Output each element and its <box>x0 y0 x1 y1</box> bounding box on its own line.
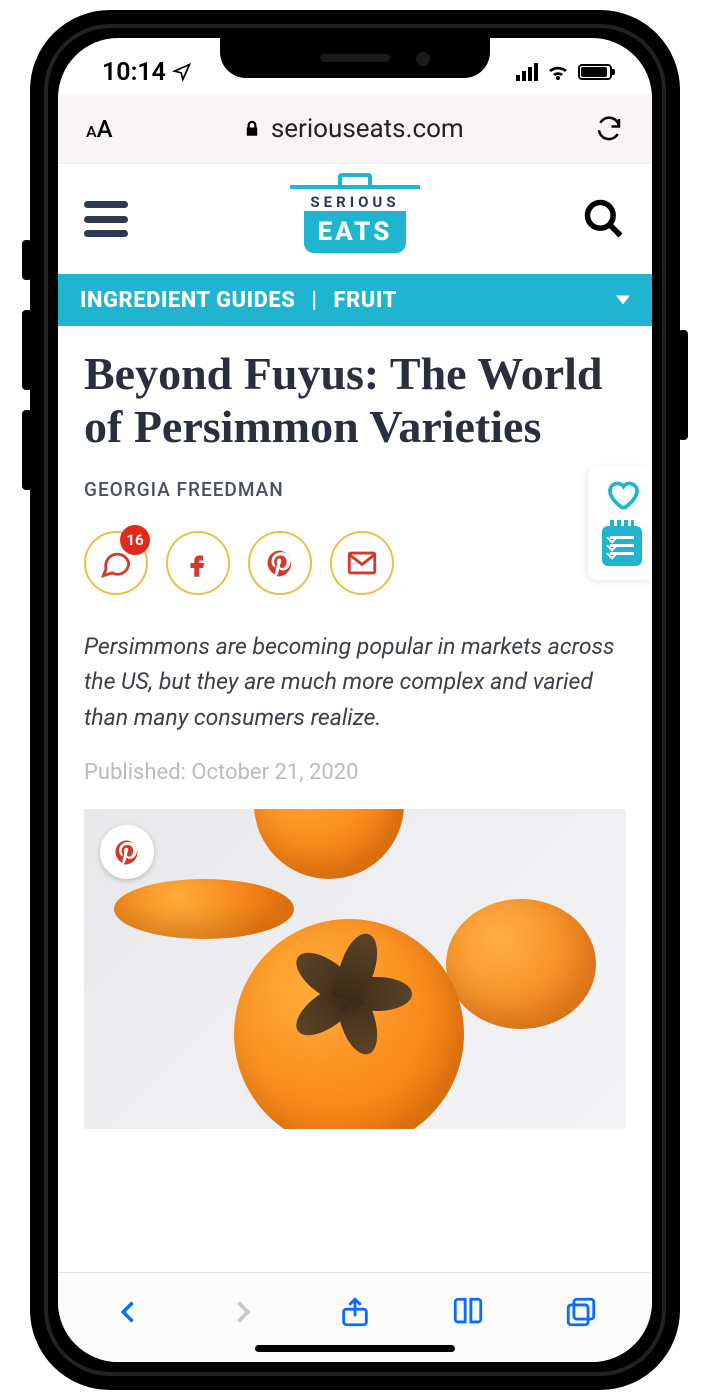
favorite-button[interactable] <box>602 476 642 512</box>
article-author[interactable]: GEORGIA FREEDMAN <box>84 478 626 501</box>
logo-text-bottom: EATS <box>304 211 407 253</box>
status-time: 10:14 <box>102 58 166 87</box>
breadcrumb-child: FRUIT <box>334 288 397 313</box>
comment-count-badge: 16 <box>120 525 150 555</box>
back-button[interactable] <box>107 1290 151 1334</box>
search-icon[interactable] <box>582 197 626 241</box>
home-indicator[interactable] <box>255 1345 455 1352</box>
browser-toolbar <box>58 1272 652 1362</box>
breadcrumb-separator: | <box>311 288 317 313</box>
article: Beyond Fuyus: The World of Persimmon Var… <box>58 326 652 1151</box>
lock-icon <box>243 118 261 140</box>
notch <box>220 38 490 78</box>
comments-button[interactable]: 16 <box>84 531 148 595</box>
checklist-button[interactable] <box>602 526 642 566</box>
article-title: Beyond Fuyus: The World of Persimmon Var… <box>84 348 626 454</box>
site-logo[interactable]: SERIOUS EATS <box>290 185 420 253</box>
site-header: SERIOUS EATS <box>58 164 652 274</box>
floating-actions <box>588 466 652 580</box>
battery-icon <box>578 64 612 80</box>
pinterest-share-button[interactable] <box>248 531 312 595</box>
text-size-button[interactable]: AA <box>86 115 113 143</box>
bookmarks-button[interactable] <box>446 1290 490 1334</box>
location-icon <box>172 62 192 82</box>
menu-button[interactable] <box>84 201 128 237</box>
chevron-down-icon <box>616 296 630 305</box>
publish-date: Published: October 21, 2020 <box>84 760 626 785</box>
phone-frame: 10:14 AA seriouseats.com SERIOUS <box>30 10 680 1390</box>
url-domain: seriouseats.com <box>271 114 464 144</box>
wifi-icon <box>546 60 570 84</box>
browser-url-bar[interactable]: AA seriouseats.com <box>58 94 652 164</box>
share-button[interactable] <box>333 1290 377 1334</box>
email-share-button[interactable] <box>330 531 394 595</box>
pinterest-pin-button[interactable] <box>100 825 154 879</box>
cellular-icon <box>516 63 538 81</box>
breadcrumb[interactable]: INGREDIENT GUIDES | FRUIT <box>58 274 652 326</box>
reload-icon[interactable] <box>594 114 624 144</box>
facebook-share-button[interactable] <box>166 531 230 595</box>
breadcrumb-parent: INGREDIENT GUIDES <box>80 288 295 313</box>
share-row: 16 <box>84 531 626 595</box>
hero-image <box>84 809 626 1129</box>
forward-button[interactable] <box>220 1290 264 1334</box>
tabs-button[interactable] <box>559 1290 603 1334</box>
logo-text-top: SERIOUS <box>310 193 399 211</box>
article-dek: Persimmons are becoming popular in marke… <box>84 629 626 736</box>
screen: 10:14 AA seriouseats.com SERIOUS <box>58 38 652 1362</box>
